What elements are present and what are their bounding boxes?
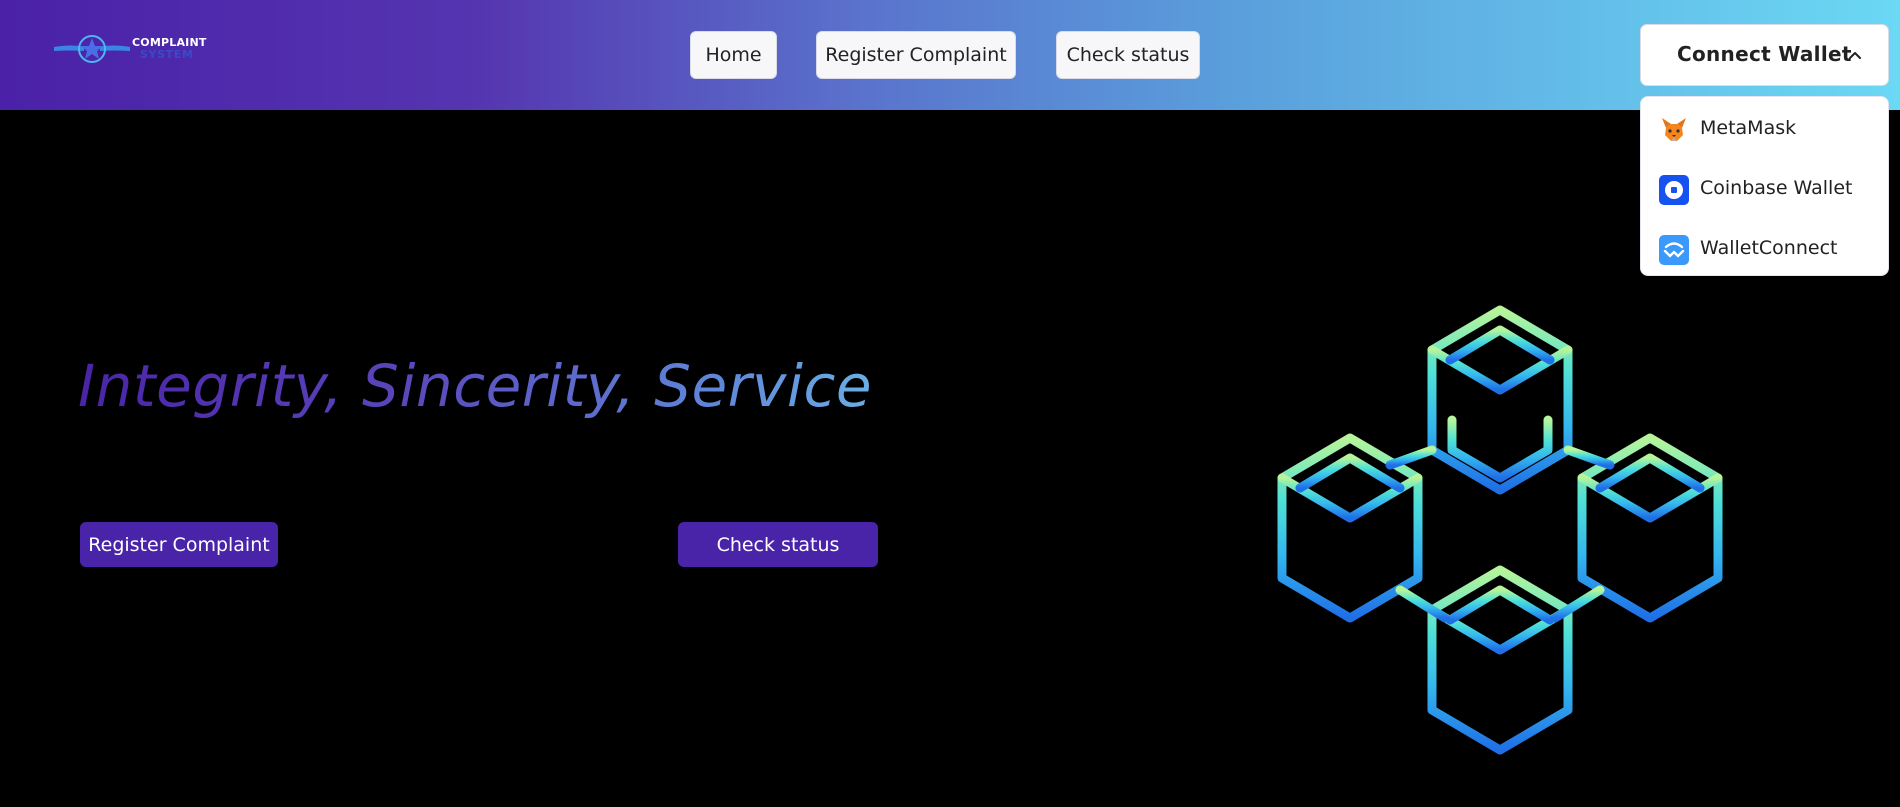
nav-register-complaint-button[interactable]: Register Complaint xyxy=(816,31,1016,79)
nav-check-status-button[interactable]: Check status xyxy=(1056,31,1200,79)
wallet-option-walletconnect[interactable]: WalletConnect xyxy=(1641,223,1890,273)
wallet-option-metamask[interactable]: MetaMask xyxy=(1641,103,1890,153)
hero-check-status-button[interactable]: Check status xyxy=(678,522,878,567)
blockchain-cubes-icon xyxy=(1277,305,1723,755)
wallet-option-label: MetaMask xyxy=(1700,117,1797,139)
logo-text-bottom: SYSTEM xyxy=(140,48,194,61)
hero-title: Integrity, Sincerity, Service xyxy=(78,352,873,420)
wallet-option-label: Coinbase Wallet xyxy=(1700,177,1853,199)
coinbase-wallet-icon xyxy=(1659,175,1689,205)
brand-logo[interactable]: COMPLAINT SYSTEM xyxy=(52,32,212,66)
chevron-up-icon xyxy=(1849,52,1861,59)
metamask-fox-icon xyxy=(1662,118,1686,141)
top-navbar: COMPLAINT SYSTEM Home Register Complaint… xyxy=(0,0,1900,110)
star-wings-icon xyxy=(54,35,130,63)
wallet-dropdown-menu: MetaMask Coinbase Wallet WalletConnect xyxy=(1640,96,1889,276)
wallet-option-label: WalletConnect xyxy=(1700,237,1838,259)
connect-wallet-label: Connect Wallet xyxy=(1677,42,1852,66)
walletconnect-icon xyxy=(1659,235,1689,265)
wallet-option-coinbase[interactable]: Coinbase Wallet xyxy=(1641,163,1890,213)
hero-register-complaint-button[interactable]: Register Complaint xyxy=(80,522,278,567)
nav-home-button[interactable]: Home xyxy=(690,31,777,79)
connect-wallet-button[interactable]: Connect Wallet xyxy=(1640,24,1889,86)
